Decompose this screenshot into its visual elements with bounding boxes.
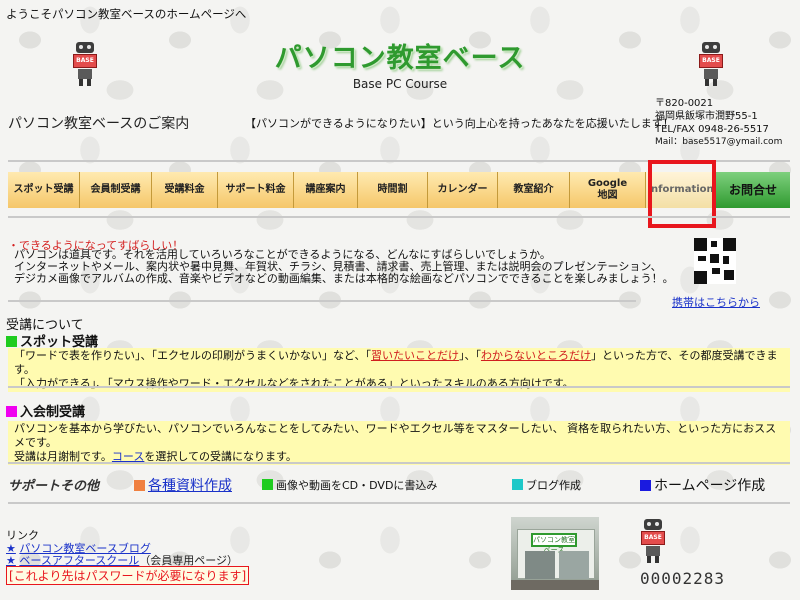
support-item-cd-dvd[interactable]: 画像や動画をCD・DVDに書込み: [262, 477, 437, 493]
email: Mail：base5517@ymail.com: [655, 137, 783, 147]
nav-google-map[interactable]: Google 地図: [570, 172, 646, 208]
tagline: 【パソコンができるようになりたい】という向上心を持ったあなたを応援いたします！: [245, 117, 674, 130]
welcome-text: ようこそパソコン教室ベースのホームページへ: [6, 7, 247, 21]
photo-sign: パソコン教室 ベース: [531, 533, 577, 554]
message-body: パソコンは道具です。それを活用していろいろなことができるようになる、どんなにすば…: [14, 249, 674, 285]
cyan-square-icon: [512, 479, 523, 490]
support-link[interactable]: 各種資料作成: [148, 478, 232, 494]
text: 「ワードで表を作りたい」、「エクセルの印刷がうまくいかない」など、「: [14, 349, 371, 362]
green-square-icon: [262, 479, 273, 490]
member-description: パソコンを基本から学びたい、パソコンでいろんなことをしてみたい、ワードやエクセル…: [8, 421, 790, 465]
mobile-link[interactable]: 携帯はこちらから: [672, 294, 760, 310]
support-item-documents[interactable]: 各種資料作成: [134, 475, 232, 495]
divider: [8, 386, 790, 388]
message-line: デジカメ画像でアルバムの作成、音楽やビデオなどの動画編集、または本格的な絵画など…: [14, 272, 674, 285]
divider: [8, 462, 790, 464]
text: 」、「: [458, 349, 481, 362]
address: 福岡県飯塚市潤野55-1: [655, 111, 758, 122]
contact-info: 〒820-0021 福岡県飯塚市潤野55-1 TEL/FAX 0948-26-5…: [655, 97, 782, 149]
member-line-1: パソコンを基本から学びたい、パソコンでいろんなことをしてみたい、ワードやエクセル…: [14, 422, 777, 449]
intro-heading: パソコン教室ベースのご案内: [8, 116, 190, 132]
green-square-icon: [6, 336, 17, 347]
nav-about[interactable]: 教室紹介: [498, 172, 570, 208]
nav-contact[interactable]: お問合せ: [716, 172, 790, 208]
tel-fax: TEL/FAX 0948-26-5517: [655, 124, 769, 135]
nav-timetable[interactable]: 時間割: [358, 172, 428, 208]
member-title: 入会制受講: [6, 401, 85, 420]
support-item-blog[interactable]: ブログ作成: [512, 477, 581, 493]
divider: [8, 502, 790, 504]
magenta-square-icon: [6, 406, 17, 417]
site-subtitle: Base PC Course: [352, 77, 448, 91]
site-title: パソコン教室ベース: [274, 43, 526, 74]
nav-courses[interactable]: 講座案内: [294, 172, 358, 208]
visitor-counter: 00002283: [640, 569, 726, 588]
spot-line-1: 「ワードで表を作りたい」、「エクセルの印刷がうまくいかない」など、「習いたいこと…: [14, 349, 784, 377]
spot-line-2: 「入力ができる」、「マウス操作やワード・エクセルなどをされたことがある」といった…: [14, 377, 574, 390]
qr-code: [694, 238, 736, 284]
divider: [8, 216, 790, 218]
nav-fees[interactable]: 受講料金: [152, 172, 218, 208]
nav-spot[interactable]: スポット受講: [8, 172, 80, 208]
support-text: ホームページ作成: [654, 478, 766, 494]
nav-calendar[interactable]: カレンダー: [428, 172, 498, 208]
divider: [8, 300, 636, 302]
zip-code: 〒820-0021: [655, 98, 714, 109]
orange-square-icon: [134, 480, 145, 491]
support-label: サポートその他: [8, 479, 100, 494]
support-text: 画像や動画をCD・DVDに書込み: [276, 479, 438, 492]
classroom-photo: パソコン教室 ベース: [511, 517, 599, 590]
robot-logo-bottom: BASE: [640, 519, 666, 563]
nav-support-fees[interactable]: サポート料金: [218, 172, 294, 208]
nav-member[interactable]: 会員制受講: [80, 172, 152, 208]
support-text: ブログ作成: [526, 479, 581, 492]
member-title-text: 入会制受講: [20, 405, 86, 420]
support-item-homepage[interactable]: ホームページ作成: [640, 475, 765, 495]
highlight-text: わからないところだけ: [480, 349, 591, 362]
blue-square-icon: [640, 480, 651, 491]
highlight-text: 習いたいことだけ: [370, 349, 459, 362]
password-warning: [これより先はパスワードが必要になります]: [6, 566, 250, 585]
